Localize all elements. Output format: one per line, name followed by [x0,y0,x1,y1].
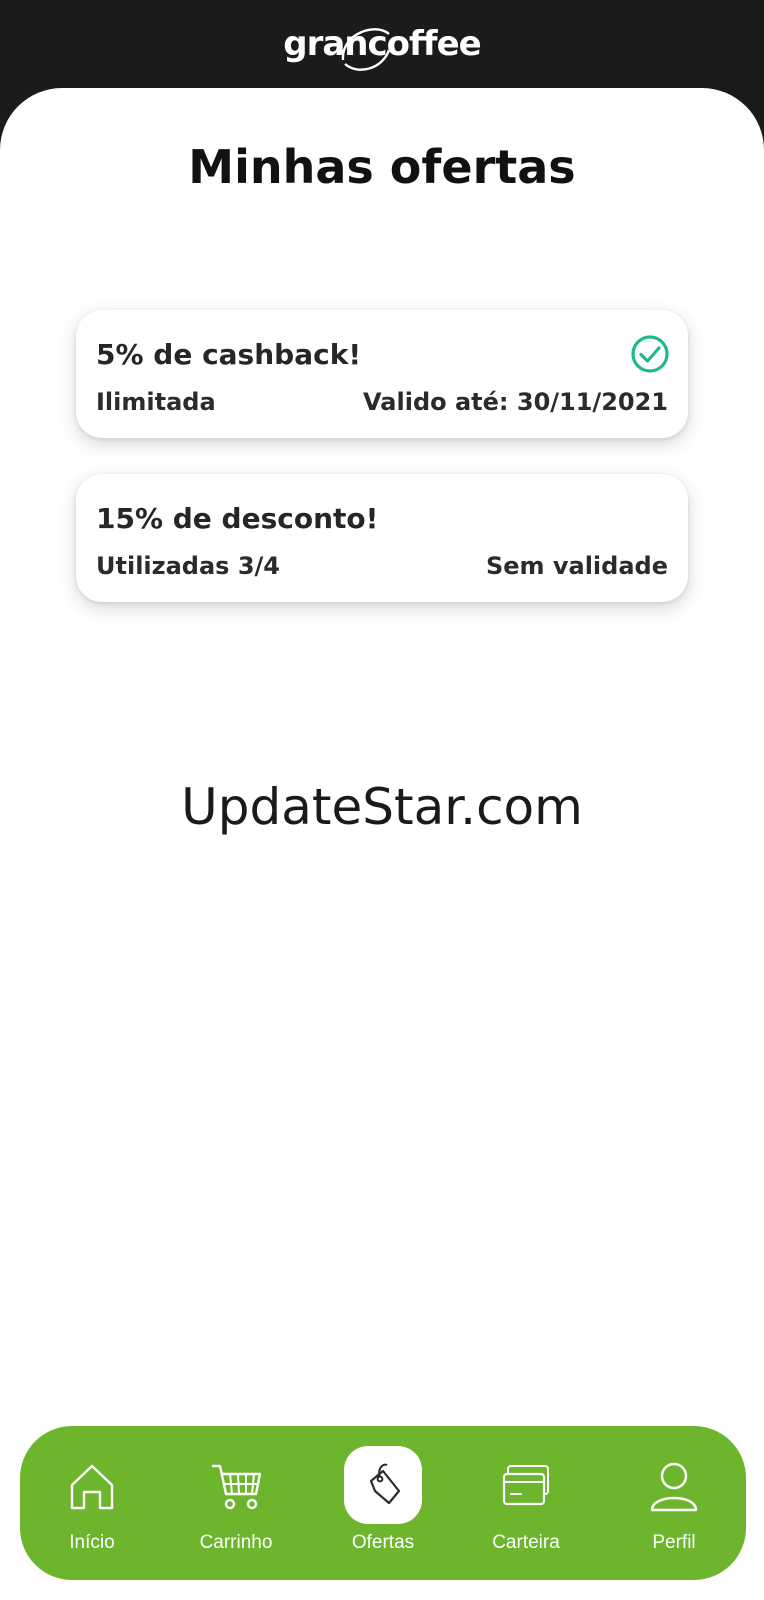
offer-card-discount[interactable]: 15% de desconto! Utilizadas 3/4 Sem vali… [76,474,688,602]
nav-label: Perfil [652,1532,696,1553]
watermark-text: UpdateStar.com [181,778,583,836]
bottom-navigation: Início Carrinho Ofertas Carteira Perfil [20,1426,746,1580]
nav-item-carteira[interactable]: Carteira [466,1426,586,1580]
wallet-icon [502,1465,549,1506]
nav-label: Carteira [492,1532,560,1553]
offer-validity: Sem validade [485,552,668,580]
nav-label: Ofertas [351,1532,415,1553]
offer-card-cashback[interactable]: 5% de cashback! Ilimitada Valido até: 30… [76,310,688,438]
offer-validity: Valido até: 30/11/2021 [363,388,668,416]
main-content: Minhas ofertas 5% de cashback! Ilimitada… [0,88,764,1600]
offer-title: 5% de cashback! [96,338,362,371]
tag-icon [369,1463,401,1505]
nav-label: Início [69,1532,115,1553]
grancoffee-logo: grancoffee [0,24,764,71]
offer-usage: Utilizadas 3/4 [96,552,280,580]
cart-icon [212,1464,262,1510]
nav-item-carrinho[interactable]: Carrinho [176,1426,296,1580]
offer-title: 15% de desconto! [96,502,379,535]
logo-swoosh-icon [342,28,391,71]
profile-icon [650,1462,698,1512]
nav-label: Carrinho [199,1532,273,1553]
nav-item-ofertas[interactable]: Ofertas [323,1426,443,1580]
check-circle-icon [631,335,669,373]
page-title: Minhas ofertas [188,140,576,194]
offer-usage: Ilimitada [96,388,216,416]
nav-item-perfil[interactable]: Perfil [614,1426,734,1580]
home-icon [70,1464,114,1510]
nav-item-inicio[interactable]: Início [32,1426,152,1580]
